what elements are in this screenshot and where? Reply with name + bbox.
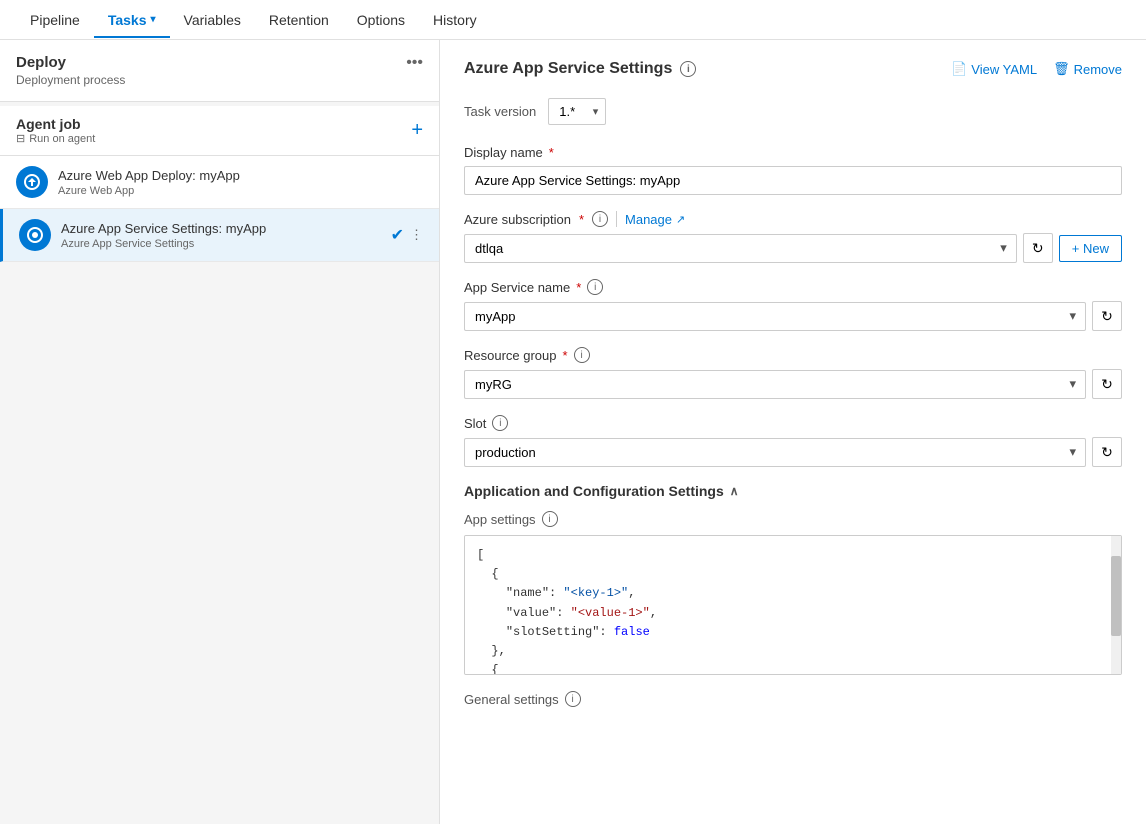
code-line-1: [	[477, 546, 1109, 565]
panel-header: Azure App Service Settings i 📄 View YAML…	[464, 60, 1122, 78]
resource-group-row: Resource group * i myRG ▾ ↻	[464, 347, 1122, 399]
app-settings-row: App settings i [ { "name": "<key-1>", "v…	[464, 511, 1122, 675]
general-settings-info-icon[interactable]: i	[565, 691, 581, 707]
collapse-icon[interactable]: ∧	[730, 484, 739, 498]
app-service-name-select[interactable]: myApp	[464, 302, 1086, 331]
app-service-info-icon[interactable]: i	[587, 279, 603, 295]
trash-icon: 🗑	[1053, 61, 1070, 77]
nav-history[interactable]: History	[419, 2, 491, 38]
agent-job-title: Agent job	[16, 116, 95, 132]
yaml-icon: 📄	[951, 61, 967, 77]
add-task-button[interactable]: +	[411, 119, 423, 142]
code-line-6: },	[477, 642, 1109, 661]
code-line-2: {	[477, 565, 1109, 584]
task-version-row: Task version 1.* ▾	[464, 98, 1122, 125]
subscription-refresh-button[interactable]: ↻	[1023, 233, 1053, 263]
app-service-name-label: App Service name	[464, 280, 570, 295]
title-info-icon[interactable]: i	[680, 61, 696, 77]
nav-variables[interactable]: Variables	[170, 2, 255, 38]
panel-title-text: Azure App Service Settings	[464, 60, 672, 78]
code-line-7: {	[477, 661, 1109, 674]
nav-tasks[interactable]: Tasks ▾	[94, 2, 170, 38]
agent-job-section: Agent job ⊟ Run on agent +	[0, 106, 439, 156]
scrollbar-track	[1111, 536, 1121, 674]
server-icon: ⊟	[16, 132, 25, 145]
external-link-icon: ↗	[676, 213, 685, 226]
app-service-refresh-button[interactable]: ↻	[1092, 301, 1122, 331]
nav-retention[interactable]: Retention	[255, 2, 343, 38]
app-service-name-row: App Service name * i myApp ▾ ↻	[464, 279, 1122, 331]
tasks-arrow-icon: ▾	[151, 14, 156, 25]
left-panel: Deploy Deployment process ••• Agent job …	[0, 40, 440, 824]
display-name-row: Display name *	[464, 145, 1122, 195]
display-name-required: *	[549, 145, 554, 160]
nav-options[interactable]: Options	[343, 2, 419, 38]
deploy-header: Deploy Deployment process •••	[0, 40, 439, 102]
task2-checkmark-icon: ✔	[391, 225, 404, 245]
resource-group-required: *	[563, 348, 568, 363]
code-line-5: "slotSetting": false	[477, 623, 1109, 642]
slot-row: Slot i production ▾ ↻	[464, 415, 1122, 467]
separator	[616, 211, 617, 227]
nav-pipeline[interactable]: Pipeline	[16, 2, 94, 38]
task-icon-web-deploy	[16, 166, 48, 198]
scrollbar-thumb[interactable]	[1111, 556, 1121, 636]
deploy-subtitle: Deployment process	[16, 73, 125, 87]
new-subscription-button[interactable]: + New	[1059, 235, 1122, 262]
task-item-web-deploy[interactable]: Azure Web App Deploy: myApp Azure Web Ap…	[0, 156, 439, 209]
task1-title: Azure Web App Deploy: myApp	[58, 168, 423, 183]
main-layout: Deploy Deployment process ••• Agent job …	[0, 40, 1146, 824]
task1-subtitle: Azure Web App	[58, 185, 423, 197]
deploy-title: Deploy	[16, 54, 125, 71]
slot-refresh-button[interactable]: ↻	[1092, 437, 1122, 467]
general-settings-label: General settings	[464, 692, 559, 707]
app-service-name-required: *	[576, 280, 581, 295]
task-version-label: Task version	[464, 104, 536, 119]
app-config-section-title: Application and Configuration Settings	[464, 483, 724, 499]
remove-button[interactable]: 🗑 Remove	[1053, 61, 1122, 77]
azure-subscription-label: Azure subscription	[464, 212, 571, 227]
task2-subtitle: Azure App Service Settings	[61, 238, 381, 250]
resource-group-refresh-button[interactable]: ↻	[1092, 369, 1122, 399]
task-item-app-settings[interactable]: Azure App Service Settings: myApp Azure …	[0, 209, 439, 262]
resource-group-info-icon[interactable]: i	[574, 347, 590, 363]
task-icon-app-settings	[19, 219, 51, 251]
task2-menu-button[interactable]: ⋮	[410, 227, 423, 243]
display-name-input[interactable]	[464, 166, 1122, 195]
app-settings-editor[interactable]: [ { "name": "<key-1>", "value": "<value-…	[464, 535, 1122, 675]
subscription-required: *	[579, 212, 584, 227]
code-line-3: "name": "<key-1>",	[477, 584, 1109, 603]
task2-title: Azure App Service Settings: myApp	[61, 221, 381, 236]
slot-label: Slot	[464, 416, 486, 431]
general-settings-row: General settings i	[464, 691, 1122, 707]
view-yaml-button[interactable]: 📄 View YAML	[951, 61, 1037, 77]
slot-select[interactable]: production	[464, 438, 1086, 467]
code-line-4: "value": "<value-1>",	[477, 604, 1109, 623]
subscription-select[interactable]: dtlqa	[464, 234, 1017, 263]
resource-group-select[interactable]: myRG	[464, 370, 1086, 399]
subscription-info-icon[interactable]: i	[592, 211, 608, 227]
display-name-label: Display name	[464, 145, 543, 160]
resource-group-label: Resource group	[464, 348, 557, 363]
app-settings-info-icon[interactable]: i	[542, 511, 558, 527]
app-settings-label: App settings	[464, 512, 536, 527]
manage-link[interactable]: Manage ↗	[625, 212, 685, 227]
agent-job-subtitle: ⊟ Run on agent	[16, 132, 95, 145]
slot-info-icon[interactable]: i	[492, 415, 508, 431]
task-version-select[interactable]: 1.*	[548, 98, 606, 125]
right-panel: Azure App Service Settings i 📄 View YAML…	[440, 40, 1146, 824]
app-config-section: Application and Configuration Settings ∧…	[464, 483, 1122, 707]
azure-subscription-row: Azure subscription * i Manage ↗ dtlqa ▾ …	[464, 211, 1122, 263]
deploy-menu-button[interactable]: •••	[406, 54, 423, 72]
top-nav: Pipeline Tasks ▾ Variables Retention Opt…	[0, 0, 1146, 40]
